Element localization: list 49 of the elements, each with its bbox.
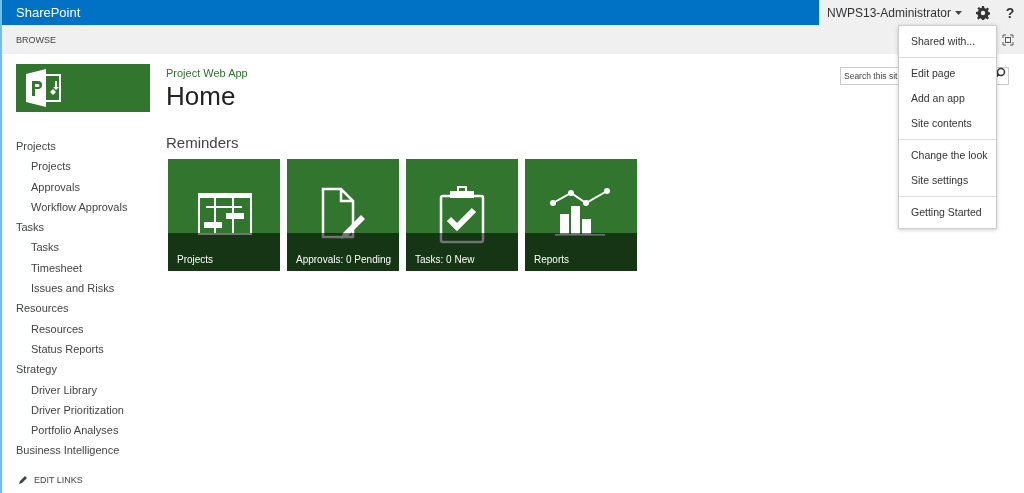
- nav-heading[interactable]: Strategy: [16, 359, 166, 380]
- logo[interactable]: [16, 64, 150, 112]
- menu-item[interactable]: Add an app: [899, 86, 996, 111]
- caret-icon: [955, 10, 962, 15]
- nav-link[interactable]: Driver Prioritization: [16, 399, 166, 421]
- nav-link[interactable]: Tasks: [16, 237, 166, 258]
- nav-link[interactable]: Status Reports: [16, 338, 166, 360]
- tile-label: Projects: [177, 254, 214, 265]
- reminder-tile[interactable]: Reports: [525, 159, 637, 271]
- chart-icon: [550, 188, 610, 236]
- tile-label: Reports: [534, 254, 569, 265]
- browse-tab[interactable]: BROWSE: [16, 34, 56, 45]
- reminder-tile[interactable]: Tasks: 0 New: [406, 159, 518, 271]
- nav-link[interactable]: Issues and Risks: [16, 278, 166, 299]
- tile-label: Tasks: 0 New: [415, 254, 475, 265]
- document-pencil-icon: [321, 187, 365, 239]
- nav-link[interactable]: Approvals: [16, 176, 166, 197]
- nav-link[interactable]: Resources: [16, 318, 166, 339]
- page-title: Home: [166, 81, 237, 112]
- menu-item[interactable]: Shared with...: [899, 29, 996, 54]
- nav-heading[interactable]: Projects: [16, 136, 166, 157]
- reminder-tile[interactable]: Projects: [168, 159, 280, 271]
- menu-item[interactable]: Site settings: [899, 168, 996, 193]
- settings-icon: [976, 5, 990, 20]
- tile-label: Approvals: 0 Pending: [296, 254, 392, 265]
- reminder-tile[interactable]: Approvals: 0 Pending: [287, 159, 399, 271]
- menu-item[interactable]: Change the look: [899, 143, 996, 168]
- help-button[interactable]: ?: [996, 0, 1024, 25]
- gantt-chart-icon: [198, 193, 252, 235]
- edit-links-link[interactable]: EDIT LINKS: [16, 469, 166, 491]
- brand-name[interactable]: SharePoint: [2, 5, 81, 20]
- clipboard-check-icon: [439, 186, 485, 244]
- pencil-icon: [18, 474, 28, 485]
- project-logo-icon: [24, 68, 64, 108]
- nav-link[interactable]: Timesheet: [16, 257, 166, 279]
- nav-link[interactable]: Workflow Approvals: [16, 196, 166, 218]
- nav-heading[interactable]: Tasks: [16, 217, 166, 238]
- section-heading: Reminders: [166, 134, 240, 151]
- nav-link[interactable]: Driver Library: [16, 379, 166, 400]
- nav-heading[interactable]: Business Intelligence: [16, 440, 166, 461]
- focus-icon[interactable]: [1002, 33, 1014, 46]
- site-subtitle[interactable]: Project Web App: [166, 67, 637, 79]
- nav-link[interactable]: Projects: [16, 156, 166, 177]
- menu-item[interactable]: Getting Started: [899, 200, 996, 225]
- menu-item[interactable]: Edit page: [899, 61, 996, 86]
- nav-heading[interactable]: Resources: [16, 298, 166, 319]
- user-menu-button[interactable]: NWPS13-Administrator: [818, 0, 970, 25]
- nav-link[interactable]: Portfolio Analyses: [16, 420, 166, 441]
- menu-item[interactable]: Site contents: [899, 111, 996, 136]
